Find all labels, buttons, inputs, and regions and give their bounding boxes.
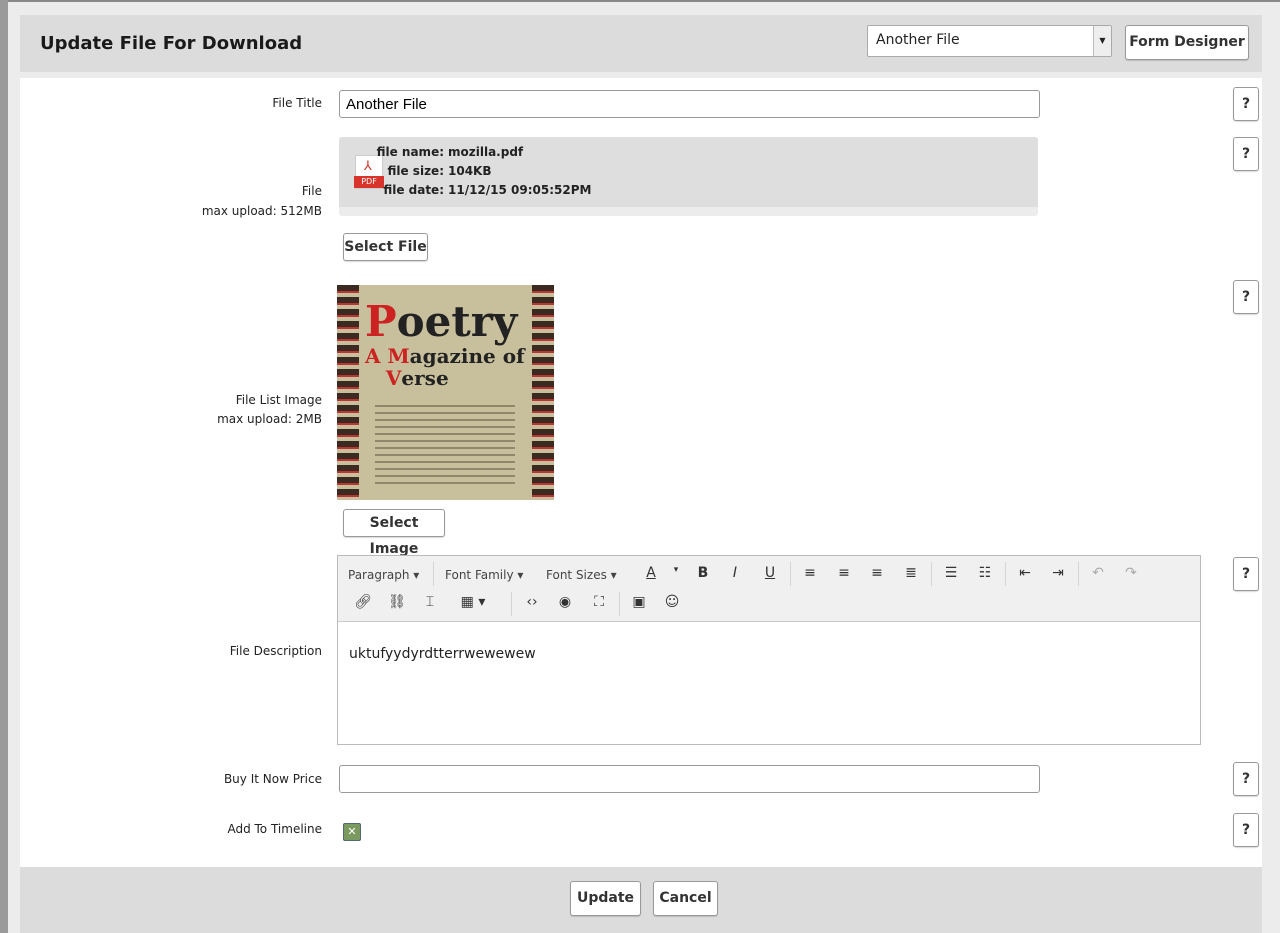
file-description-label: File Description (229, 644, 322, 658)
table-icon[interactable]: ▦ ▾ (456, 594, 490, 610)
add-to-timeline-label: Add To Timeline (227, 822, 322, 836)
footer: Update Cancel (20, 867, 1262, 933)
rich-text-editor: Paragraph ▾ Font Family ▾ Font Sizes ▾ A… (337, 555, 1201, 745)
file-list-image-label: File List Image (235, 393, 322, 407)
help-button-price[interactable]: ? (1233, 762, 1259, 796)
redo-icon[interactable]: ↷ (1121, 565, 1141, 581)
help-button-image[interactable]: ? (1233, 280, 1259, 314)
file-date-key: file date: (383, 183, 444, 197)
buy-it-now-price-input[interactable] (339, 765, 1040, 793)
media-icon[interactable]: ▣ (629, 594, 649, 610)
editor-content[interactable]: uktufyydyrdtterrwewewew (338, 622, 1200, 686)
file-info-box: ⅄ PDF file name: mozilla.pdf file size: 104… (339, 137, 1038, 216)
file-size: 104KB (448, 164, 492, 178)
buy-it-now-price-label: Buy It Now Price (223, 772, 322, 786)
form-body: File Title ? File max upload: 512MB ⅄PDF… (20, 78, 1262, 867)
fullscreen-icon[interactable]: ⛶ (589, 594, 609, 610)
link-icon[interactable]: 🔗︎ (353, 594, 373, 610)
undo-icon[interactable]: ↶ (1088, 565, 1108, 581)
update-button[interactable]: Update (570, 881, 641, 916)
file-name-key: file name: (376, 145, 444, 159)
help-button-file[interactable]: ? (1233, 137, 1259, 171)
help-button-timeline[interactable]: ? (1233, 813, 1259, 847)
italic-icon[interactable]: I (725, 565, 745, 581)
file-max-upload: max upload: 512MB (201, 204, 322, 218)
align-left-icon[interactable]: ≡ (800, 565, 820, 581)
numbered-list-icon[interactable]: ☷ (975, 565, 995, 581)
font-sizes-dropdown[interactable]: Font Sizes ▾ (546, 568, 617, 582)
chevron-down-icon: ▼ (1093, 26, 1111, 56)
page-title: Update File For Download (40, 33, 303, 54)
file-date: 11/12/15 09:05:52PM (448, 183, 592, 197)
emoticons-icon[interactable]: ☺ (662, 594, 682, 610)
add-to-timeline-checkbox[interactable]: ✕ (343, 823, 361, 841)
image-max-upload: max upload: 2MB (217, 412, 322, 426)
help-button-description[interactable]: ? (1233, 557, 1259, 591)
underline-icon[interactable]: U (760, 565, 780, 581)
font-family-dropdown[interactable]: Font Family ▾ (445, 568, 523, 582)
align-justify-icon[interactable]: ≣ (901, 565, 921, 581)
help-button-file-title[interactable]: ? (1233, 87, 1259, 121)
form-designer-button[interactable]: Form Designer (1125, 25, 1249, 60)
paragraph-dropdown[interactable]: Paragraph ▾ (348, 568, 419, 582)
outdent-icon[interactable]: ⇤ (1015, 565, 1035, 581)
cancel-button[interactable]: Cancel (653, 881, 718, 916)
unlink-icon[interactable]: ⛓︎ (387, 594, 407, 610)
file-title-input[interactable] (339, 90, 1040, 118)
file-name: mozilla.pdf (448, 145, 524, 159)
align-right-icon[interactable]: ≡ (867, 565, 887, 581)
text-color-icon[interactable]: A (641, 565, 661, 581)
bold-icon[interactable]: B (693, 565, 713, 581)
text-color-chevron-icon[interactable]: ▾ (666, 565, 686, 575)
window-left-border (0, 0, 8, 933)
select-image-button[interactable]: Select Image (343, 509, 445, 557)
indent-icon[interactable]: ⇥ (1048, 565, 1068, 581)
file-size-key: file size: (387, 164, 444, 178)
select-file-button[interactable]: Select File (343, 233, 428, 261)
page-break-icon[interactable]: ⌶ (420, 594, 440, 610)
file-list-image-preview: Poetry A Magazine of Verse (337, 285, 554, 500)
align-center-icon[interactable]: ≡ (834, 565, 854, 581)
bullet-list-icon[interactable]: ☰ (941, 565, 961, 581)
file-select[interactable]: Another File ▼ (867, 25, 1112, 57)
file-select-value: Another File (876, 32, 960, 48)
editor-toolbar: Paragraph ▾ Font Family ▾ Font Sizes ▾ A… (338, 556, 1200, 622)
source-code-icon[interactable]: ‹› (522, 594, 542, 610)
window-top-border (0, 0, 1280, 2)
preview-icon[interactable]: ◉ (555, 594, 575, 610)
header: Update File For Download Another File ▼ F… (20, 15, 1262, 72)
file-title-label: File Title (272, 96, 322, 110)
